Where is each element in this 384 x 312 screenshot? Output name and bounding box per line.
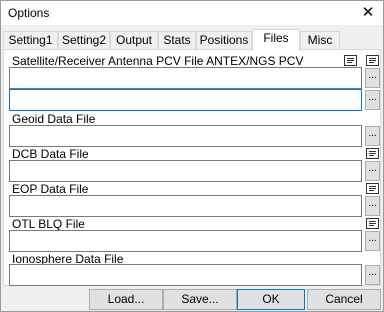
tab-setting1[interactable]: Setting1 [3, 31, 58, 50]
options-dialog: Options ✕ Setting1 Setting2 Output Stats… [0, 0, 384, 312]
eop-browse-button[interactable]: ... [365, 196, 380, 216]
title-bar[interactable]: Options ✕ [1, 1, 383, 25]
file-view-icon[interactable] [366, 218, 379, 229]
file-view-icon[interactable] [366, 55, 379, 66]
load-button[interactable]: Load... [89, 289, 163, 310]
geoid-label: Geoid Data File [12, 112, 96, 126]
eop-file-input[interactable] [9, 195, 362, 217]
dcb-file-input[interactable] [9, 160, 362, 182]
files-tab-panel: Satellite/Receiver Antenna PCV File ANTE… [3, 49, 381, 286]
geoid-browse-button[interactable]: ... [365, 126, 380, 146]
tab-output[interactable]: Output [110, 31, 158, 50]
otl-blq-file-input[interactable] [9, 230, 362, 252]
antenna-satellite-file-input[interactable] [9, 67, 362, 89]
antenna-pcv-label: Satellite/Receiver Antenna PCV File ANTE… [12, 54, 304, 68]
ionosphere-browse-button[interactable]: ... [365, 265, 380, 285]
otl-blq-label: OTL BLQ File [12, 217, 85, 231]
dcb-label: DCB Data File [12, 147, 89, 161]
file-view-icon[interactable] [344, 55, 357, 66]
file-view-icon[interactable] [366, 148, 379, 159]
tab-setting2[interactable]: Setting2 [58, 31, 110, 50]
geoid-file-input[interactable] [9, 125, 362, 147]
otl-blq-browse-button[interactable]: ... [365, 231, 380, 251]
tab-positions[interactable]: Positions [196, 31, 252, 50]
save-button[interactable]: Save... [163, 289, 237, 310]
tab-misc[interactable]: Misc [300, 31, 340, 50]
eop-label: EOP Data File [12, 182, 89, 196]
dcb-browse-button[interactable]: ... [365, 161, 380, 181]
antenna-receiver-browse-button[interactable]: ... [365, 90, 380, 110]
antenna-receiver-file-input[interactable] [9, 89, 362, 111]
close-icon[interactable]: ✕ [357, 3, 379, 23]
window-title: Options [8, 6, 50, 20]
ionosphere-file-input[interactable] [9, 264, 362, 286]
cancel-button[interactable]: Cancel [307, 289, 381, 310]
ok-button[interactable]: OK [237, 289, 305, 310]
tab-stats[interactable]: Stats [158, 31, 196, 50]
tab-files[interactable]: Files [252, 29, 300, 51]
antenna-satellite-browse-button[interactable]: ... [365, 68, 380, 88]
file-view-icon[interactable] [366, 183, 379, 194]
